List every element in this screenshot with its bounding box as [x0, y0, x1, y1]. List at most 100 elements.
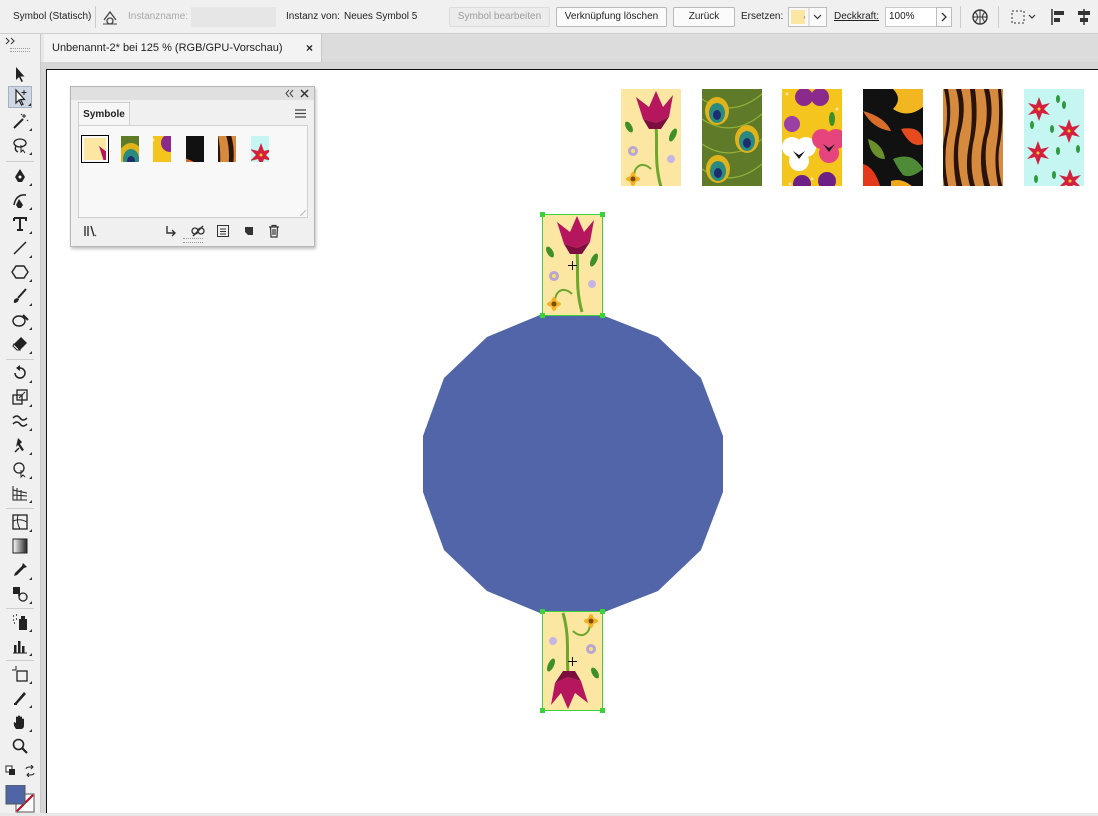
symbols-panel: Symbole: [70, 86, 315, 247]
selection-handle[interactable]: [600, 313, 605, 318]
tab-symbols[interactable]: Symbole: [78, 102, 130, 126]
opacity-input[interactable]: 100%: [885, 7, 937, 27]
separator: [6, 359, 34, 360]
close-icon[interactable]: ×: [306, 34, 313, 62]
panel-menu-icon[interactable]: [295, 109, 306, 118]
shaper-tool-icon[interactable]: [8, 309, 32, 331]
pen-tool-icon[interactable]: [8, 165, 32, 187]
symbol-instance-icon[interactable]: [101, 0, 119, 34]
paintbrush-icon[interactable]: [8, 285, 32, 307]
hand-tool-icon[interactable]: [8, 711, 32, 733]
separator: [95, 6, 96, 28]
separator: [6, 660, 34, 661]
gradient-tool-icon[interactable]: [8, 535, 32, 557]
free-transform-icon[interactable]: [8, 458, 32, 480]
document-tab-title: Unbenannt-2* bei 125 % (RGB/GPU-Vorschau…: [52, 42, 283, 54]
selection-handle[interactable]: [540, 313, 545, 318]
scale-tool-icon[interactable]: [8, 386, 32, 408]
trash-icon[interactable]: [267, 224, 281, 238]
reset-button[interactable]: Zurück: [673, 7, 735, 27]
symbol-swatch-tiger[interactable]: [213, 135, 241, 163]
new-symbol-icon[interactable]: [242, 224, 256, 238]
pattern-thumbnail-lilie[interactable]: [621, 89, 681, 186]
symbol-swatch-stiefmuetterchen[interactable]: [148, 135, 176, 163]
separator: [6, 508, 34, 509]
chevron-right-icon[interactable]: [936, 7, 952, 27]
polygon-tool-icon[interactable]: [8, 261, 32, 283]
panel-grip[interactable]: [10, 48, 30, 52]
direct-selection-tool-icon[interactable]: [8, 86, 32, 108]
resize-corner-icon[interactable]: [299, 207, 307, 217]
break-link-button[interactable]: Verknüpfung löschen: [556, 7, 667, 27]
align-center-icon[interactable]: [1074, 0, 1094, 34]
document-tab[interactable]: Unbenannt-2* bei 125 % (RGB/GPU-Vorschau…: [44, 34, 322, 62]
fill-stroke-swatch[interactable]: [5, 784, 37, 813]
symbol-libraries-icon[interactable]: [83, 224, 97, 238]
puppet-warp-icon[interactable]: [8, 434, 32, 456]
instance-of-label: Instanz von:: [286, 11, 340, 22]
selection-handle[interactable]: [540, 609, 545, 614]
collapse-panel-icon[interactable]: [5, 36, 19, 45]
replace-label: Ersetzen:: [741, 11, 784, 22]
pattern-thumbnail-blaetter[interactable]: [863, 89, 923, 186]
zoom-tool-icon[interactable]: [8, 735, 32, 757]
rotate-tool-icon[interactable]: [8, 362, 32, 384]
slice-tool-icon[interactable]: [8, 687, 32, 709]
edit-symbol-button[interactable]: Symbol bearbeiten: [449, 7, 550, 27]
symbol-swatch-weihnachtsstern[interactable]: [246, 135, 274, 163]
type-tool-icon[interactable]: [8, 213, 32, 235]
pattern-thumbnail-stiefmuetterchen[interactable]: [782, 89, 842, 186]
pattern-thumbnail-tiger[interactable]: [943, 89, 1003, 186]
recolor-globe-icon[interactable]: [970, 0, 990, 34]
replace-symbol-dropdown[interactable]: [788, 7, 827, 27]
align-options-icon[interactable]: [1008, 0, 1038, 34]
instance-name-input[interactable]: [191, 7, 276, 27]
artboard-tool-icon[interactable]: [8, 663, 32, 685]
selection-tool-icon[interactable]: [8, 63, 32, 85]
selection-handle[interactable]: [540, 212, 545, 217]
separator: [6, 161, 34, 162]
blend-tool-icon[interactable]: [8, 583, 32, 605]
eyedropper-icon[interactable]: [8, 559, 32, 581]
selection-handle[interactable]: [600, 609, 605, 614]
magic-wand-icon[interactable]: [8, 110, 32, 132]
line-tool-icon[interactable]: [8, 237, 32, 259]
perspective-grid-icon[interactable]: [8, 482, 32, 504]
warp-tool-icon[interactable]: [8, 410, 32, 432]
selection-handle[interactable]: [540, 708, 545, 713]
close-icon[interactable]: [300, 89, 309, 98]
column-graph-icon[interactable]: [8, 635, 32, 657]
default-colors-icon[interactable]: [5, 765, 17, 777]
break-link-icon[interactable]: [191, 224, 205, 238]
separator: [6, 608, 34, 609]
selection-handle[interactable]: [600, 212, 605, 217]
separator: [960, 6, 961, 28]
eraser-icon[interactable]: [8, 333, 32, 355]
pattern-thumbnail-pfau[interactable]: [702, 89, 762, 186]
place-symbol-icon[interactable]: [164, 224, 178, 238]
center-point-icon: [568, 261, 577, 270]
instance-name-label: Instanzname:: [128, 11, 189, 22]
align-left-icon[interactable]: [1048, 0, 1068, 34]
collapse-icon[interactable]: [284, 89, 294, 98]
swap-colors-icon[interactable]: [24, 764, 36, 778]
panel-grip[interactable]: [183, 238, 203, 243]
symbol-instance-top[interactable]: [540, 212, 605, 318]
symbol-instance-bottom[interactable]: [540, 609, 605, 713]
blue-polygon-shape[interactable]: [420, 312, 726, 616]
symbol-swatch-lilie[interactable]: [81, 135, 109, 163]
panel-title-bar[interactable]: [71, 87, 314, 100]
document-tab-strip: Unbenannt-2* bei 125 % (RGB/GPU-Vorschau…: [44, 34, 1098, 62]
curvature-tool-icon[interactable]: [8, 189, 32, 211]
selection-handle[interactable]: [600, 708, 605, 713]
separator: [998, 6, 999, 28]
object-type-label: Symbol (Statisch): [13, 11, 92, 22]
mesh-tool-icon[interactable]: [8, 511, 32, 533]
instance-of-value: Neues Symbol 5: [344, 11, 418, 22]
symbol-options-icon[interactable]: [216, 224, 230, 238]
symbol-swatch-pfau[interactable]: [116, 135, 144, 163]
symbol-swatch-blaetter[interactable]: [181, 135, 209, 163]
symbol-sprayer-icon[interactable]: [8, 611, 32, 633]
lasso-icon[interactable]: [8, 134, 32, 156]
pattern-thumbnail-weihnachtsstern[interactable]: [1024, 89, 1084, 186]
